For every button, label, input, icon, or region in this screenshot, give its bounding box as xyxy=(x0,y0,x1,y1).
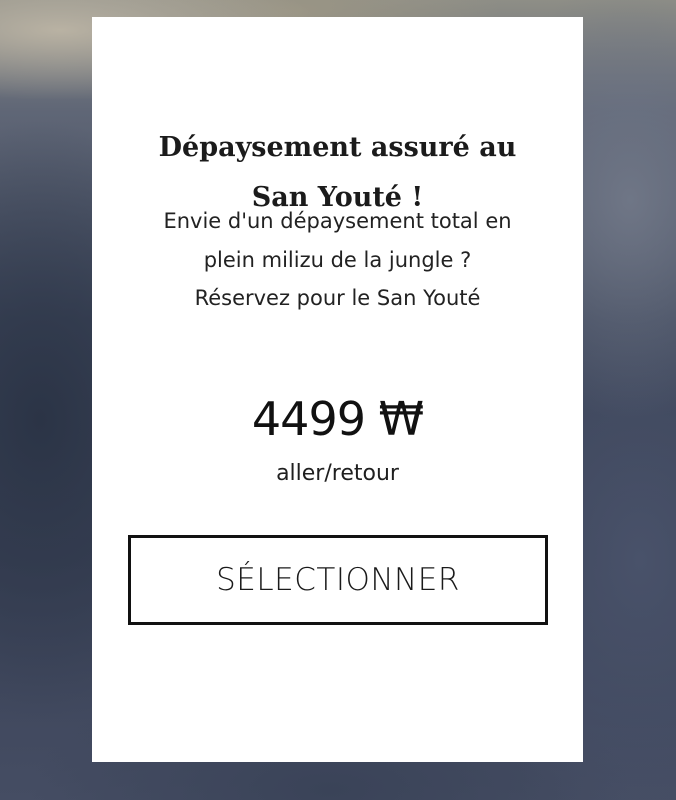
offer-description-line-1: Envie d'un dépaysement total en xyxy=(163,209,512,233)
page-background: { "offer": { "title_line1": "Dépaysement… xyxy=(0,0,676,800)
offer-description-line-3: Réservez pour le San Youté xyxy=(194,286,481,310)
select-button[interactable]: SÉLECTIONNER xyxy=(128,535,548,625)
offer-card: Dépaysement assuré au San Youté ! Envie … xyxy=(92,17,583,762)
select-button-label: SÉLECTIONNER xyxy=(216,562,460,598)
offer-price: 4499 ₩ xyxy=(251,392,424,446)
offer-title-line-1: Dépaysement assuré au xyxy=(158,132,517,163)
offer-price-note: aller/retour xyxy=(276,461,399,486)
offer-description: Envie d'un dépaysement total en plein mi… xyxy=(112,202,563,318)
offer-description-line-2: plein milizu de la jungle ? xyxy=(203,247,472,272)
